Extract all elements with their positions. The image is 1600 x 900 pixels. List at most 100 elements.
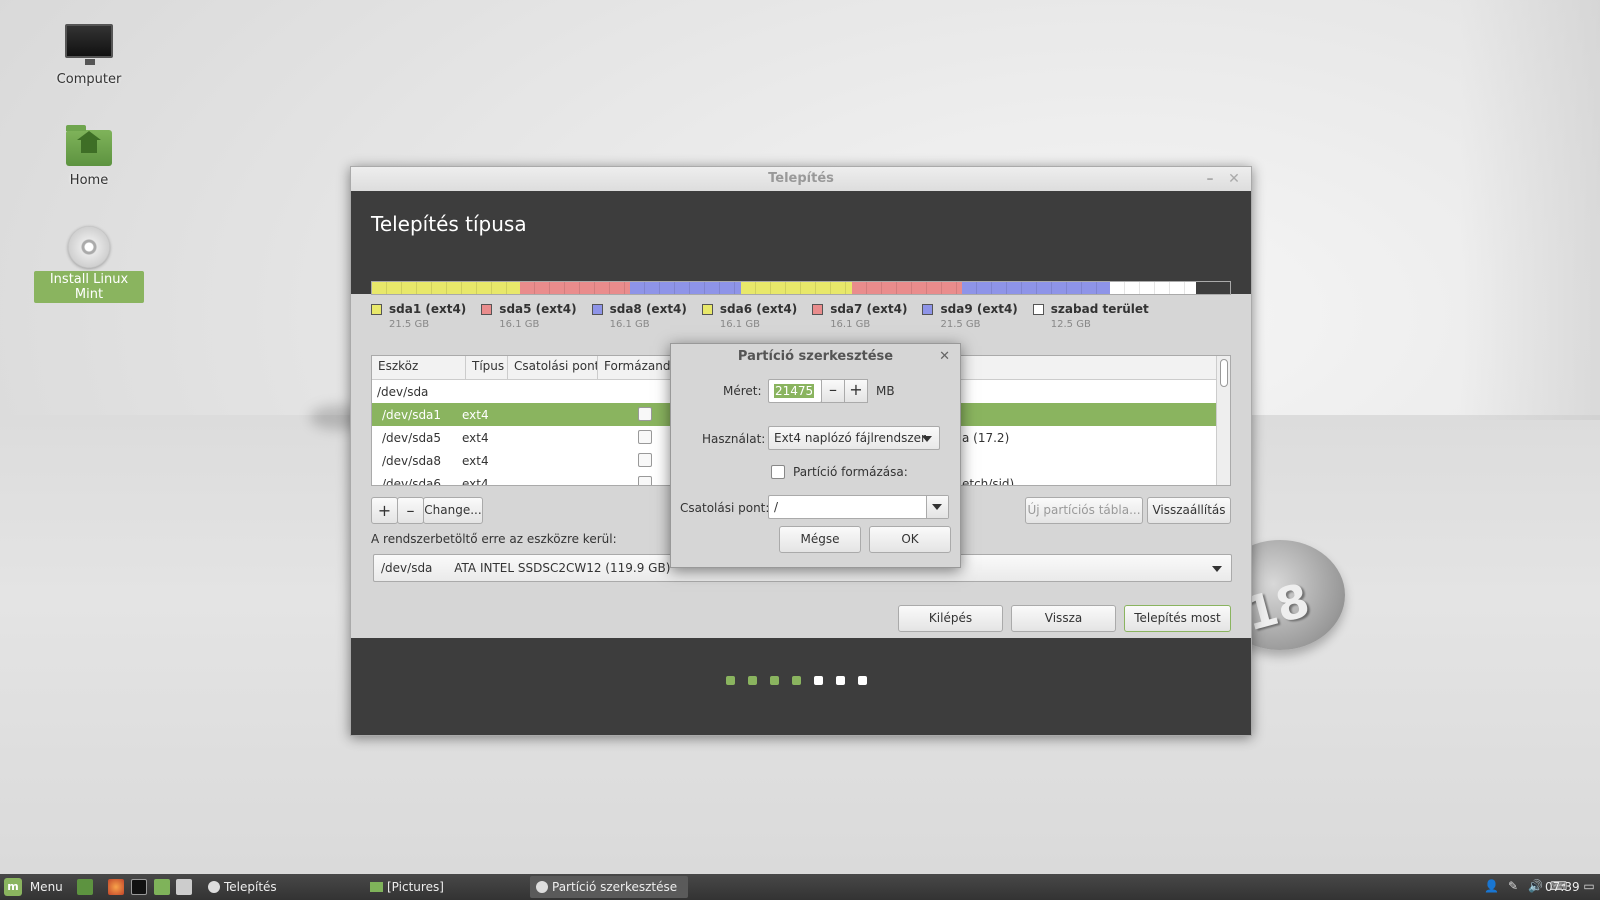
size-decrement-button[interactable]: – [821, 379, 845, 403]
task-edit-partition[interactable]: Partíció szerkesztése [530, 876, 688, 898]
partition-bar [371, 281, 1231, 295]
dialog-titlebar[interactable]: Partíció szerkesztése ✕ [671, 344, 960, 370]
page-title: Telepítés típusa [351, 191, 1251, 294]
legend-size: 21.5 GB [389, 319, 430, 330]
legend-item: sda7 (ext4) 16.1 GB [812, 302, 907, 330]
legend-item: sda5 (ext4) 16.1 GB [481, 302, 577, 330]
add-partition-button[interactable]: + [371, 497, 398, 524]
progress-dot [858, 676, 867, 685]
legend-size: 16.1 GB [499, 319, 540, 330]
legend-name: sda7 (ext4) [830, 302, 908, 316]
legend-size: 16.1 GB [719, 319, 760, 330]
partition-type: ext4 [462, 453, 489, 468]
task-installer[interactable]: Telepítés [202, 876, 360, 898]
legend-item: szabad terület 12.5 GB [1032, 302, 1149, 330]
format-checkbox[interactable] [638, 453, 652, 467]
quit-button[interactable]: Kilépés [898, 605, 1003, 632]
network-icon[interactable]: ✎ [1506, 879, 1520, 893]
workspace-icon[interactable]: ▭ [1582, 879, 1596, 893]
disc-icon [536, 881, 548, 893]
legend-item: sda8 (ext4) 16.1 GB [591, 302, 687, 330]
desktop-icon-home[interactable]: Home [34, 125, 144, 189]
size-input[interactable]: 21475 [768, 379, 822, 403]
usage-value: Ext4 naplózó fájlrendszer [774, 431, 926, 445]
desktop-icon-computer[interactable]: Computer [34, 24, 144, 88]
format-checkbox[interactable] [638, 407, 652, 421]
task-pictures[interactable]: [Pictures] [364, 876, 522, 898]
mount-point-combo[interactable]: / [768, 495, 949, 519]
table-scrollbar[interactable] [1216, 356, 1230, 485]
progress-dot [792, 676, 801, 685]
progress-dot [836, 676, 845, 685]
legend-size: 16.1 GB [830, 319, 871, 330]
terminal-icon[interactable] [131, 879, 147, 895]
bootloader-description: ATA INTEL SSDSC2CW12 (119.9 GB) [454, 561, 671, 575]
column-header[interactable]: Típus [466, 356, 508, 379]
chevron-down-icon [1212, 566, 1222, 572]
size-label: Méret: [723, 384, 762, 398]
partition-extra: a (17.2) [962, 430, 1010, 445]
back-button[interactable]: Vissza [1011, 605, 1116, 632]
format-checkbox[interactable] [638, 476, 652, 485]
progress-dot [814, 676, 823, 685]
clock[interactable]: 07:39 [1545, 874, 1580, 900]
new-partition-table-button[interactable]: Új partíciós tábla... [1025, 497, 1143, 524]
size-increment-button[interactable]: + [844, 379, 868, 403]
revert-button[interactable]: Visszaállítás [1147, 497, 1231, 524]
desktop-wall [1460, 0, 1600, 420]
format-checkbox[interactable] [638, 430, 652, 444]
legend-name: sda1 (ext4) [389, 302, 467, 316]
close-icon[interactable]: ✕ [1227, 167, 1241, 191]
camera-icon[interactable] [176, 879, 192, 895]
desktop-icon-label: Home [69, 173, 109, 188]
legend-swatch [481, 303, 493, 315]
legend-swatch [1032, 303, 1044, 315]
size-unit: MB [876, 384, 895, 398]
task-label: Partíció szerkesztése [552, 880, 678, 894]
menu-label: Menu [29, 880, 63, 894]
partition-extra: etch/sid) [962, 476, 1015, 486]
window-titlebar[interactable]: Telepítés – ✕ [351, 167, 1251, 191]
cancel-button[interactable]: Mégse [779, 526, 861, 553]
folder-icon [370, 882, 383, 892]
ok-button[interactable]: OK [869, 526, 951, 553]
task-label: Telepítés [224, 880, 277, 894]
progress-dot [748, 676, 757, 685]
show-desktop-icon[interactable] [77, 879, 93, 895]
partition-type: ext4 [462, 407, 489, 422]
progress-dots [726, 676, 880, 685]
legend-name: sda6 (ext4) [719, 302, 798, 316]
partition-type: ext4 [462, 430, 489, 445]
partition-type: ext4 [462, 476, 489, 486]
legend-name: szabad terület [1050, 302, 1149, 316]
format-partition-checkbox[interactable] [771, 465, 785, 479]
menu-button[interactable]: m Menu [4, 874, 63, 900]
column-header[interactable]: Eszköz [372, 356, 466, 379]
partition-dev: /dev/sda6 [382, 476, 442, 486]
legend-size: 12.5 GB [1050, 319, 1091, 330]
legend-item: sda1 (ext4) 21.5 GB [371, 302, 466, 330]
usage-select[interactable]: Ext4 naplózó fájlrendszer [768, 426, 940, 450]
installer-footer [351, 638, 1251, 735]
partition-segment [372, 282, 520, 294]
change-partition-button[interactable]: Change... [423, 497, 483, 524]
bootloader-device: /dev/sda [381, 561, 433, 575]
firefox-icon[interactable] [108, 879, 124, 895]
legend-swatch [591, 303, 603, 315]
mount-point-dropdown-button[interactable] [926, 496, 948, 518]
close-icon[interactable]: ✕ [939, 344, 950, 370]
legend-item: sda9 (ext4) 21.5 GB [922, 302, 1018, 330]
legend-swatch [371, 303, 382, 315]
usage-label: Használat: [702, 432, 766, 446]
remove-partition-button[interactable]: – [397, 497, 424, 524]
legend-size: 16.1 GB [609, 319, 650, 330]
user-icon[interactable]: 👤 [1484, 879, 1499, 893]
install-now-button[interactable]: Telepítés most [1124, 605, 1231, 632]
minimize-icon[interactable]: – [1203, 167, 1217, 191]
task-label: [Pictures] [387, 880, 444, 894]
files-icon[interactable] [154, 879, 170, 895]
column-header[interactable]: Csatolási pont [508, 356, 598, 379]
desktop-icon-install[interactable]: Install Linux Mint [34, 226, 144, 303]
volume-icon[interactable]: 🔊 [1528, 879, 1543, 893]
legend-swatch [812, 303, 824, 315]
